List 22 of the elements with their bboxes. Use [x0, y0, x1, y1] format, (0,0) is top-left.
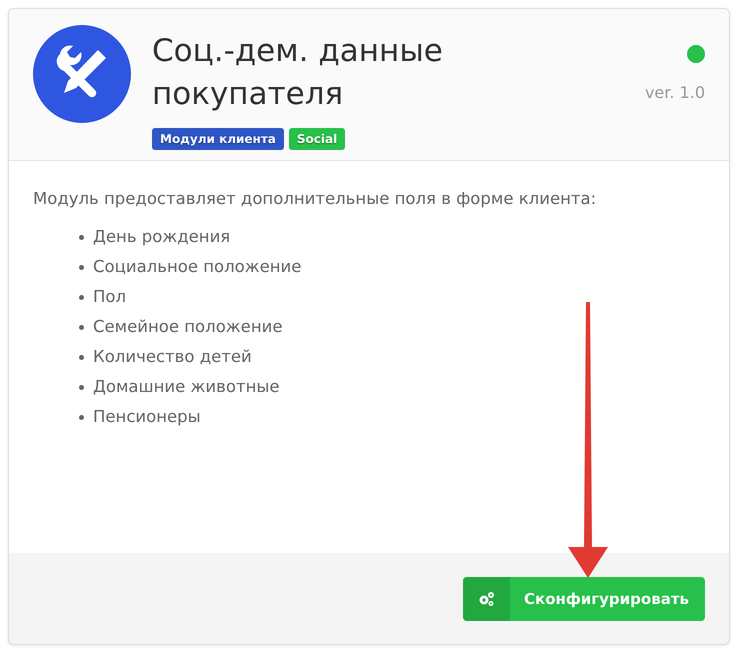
module-title: Соц.-дем. данные покупателя [152, 32, 444, 114]
bullet-icon [79, 294, 84, 300]
bullet-icon [79, 414, 84, 420]
category-tag: Social [288, 128, 346, 150]
description-text: Модуль предоставляет дополнительные поля в форме клиента: [33, 189, 598, 208]
bullet-icon [79, 354, 84, 360]
bullet-icon [79, 264, 84, 270]
bullet-icon [79, 234, 84, 240]
field-list-item: Количество детей [93, 346, 252, 368]
field-list-item: Пол [93, 286, 126, 308]
version-label: ver. 1.0 [644, 83, 705, 102]
bullet-icon [79, 324, 84, 330]
gears-icon [478, 591, 496, 607]
tools-icon [32, 24, 132, 124]
field-list-item: Социальное положение [93, 256, 302, 278]
bullet-icon [79, 384, 84, 390]
field-list-item: День рождения [93, 226, 230, 248]
category-tag: Модули клиента [152, 128, 284, 150]
field-list-item: Пенсионеры [93, 406, 201, 428]
configure-button[interactable]: Сконфигурировать [463, 577, 705, 621]
field-list-item: Семейное положение [93, 316, 282, 338]
field-list-item: Домашние животные [93, 376, 280, 398]
